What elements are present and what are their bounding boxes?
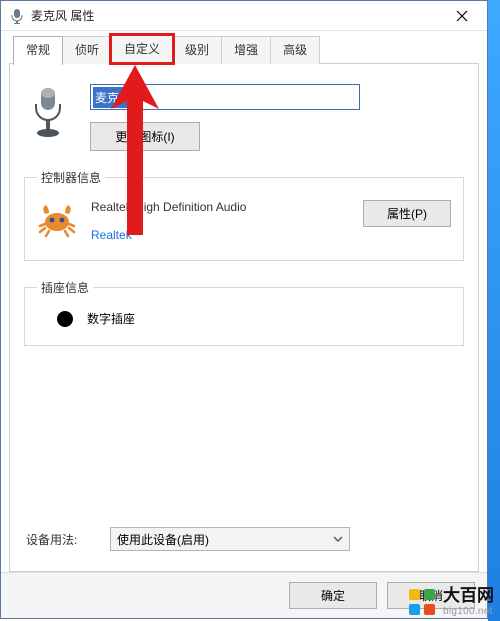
close-button[interactable] [441,2,483,30]
device-usage-selected: 使用此设备(启用) [117,531,209,548]
tab-strip: 常规 侦听 自定义 级别 增强 高级 [13,35,479,63]
controller-name: Realtek High Definition Audio [91,200,349,214]
chevron-down-icon [333,534,343,544]
window-title: 麦克风 属性 [31,7,441,24]
watermark: 大百网 big100.net [407,587,494,617]
watermark-brand: 大百网 [443,587,494,606]
page-right-edge [488,0,500,621]
device-usage-dropdown[interactable]: 使用此设备(启用) [110,527,350,551]
tab-advanced[interactable]: 高级 [270,36,320,64]
jack-color-dot [57,311,73,327]
controller-info-group: 控制器信息 Realtek High Definition [24,169,464,261]
realtek-crab-icon [37,200,77,240]
jack-info-group: 插座信息 数字插座 [24,279,464,346]
tab-listen[interactable]: 侦听 [62,36,112,64]
device-usage-label: 设备用法: [26,531,96,548]
watermark-url: big100.net [443,606,494,617]
tab-levels[interactable]: 级别 [172,36,222,64]
controller-vendor-link[interactable]: Realtek [91,228,349,242]
client-area: 常规 侦听 自定义 级别 增强 高级 [1,31,487,572]
controller-info-legend: 控制器信息 [37,169,105,186]
properties-dialog: 麦克风 属性 常规 侦听 自定义 级别 增强 高级 [0,0,488,619]
close-icon [456,10,468,22]
microphone-icon [9,8,25,24]
tab-general[interactable]: 常规 [13,36,63,65]
jack-info-legend: 插座信息 [37,279,93,296]
titlebar: 麦克风 属性 [1,1,487,31]
tab-enhancements[interactable]: 增强 [221,36,271,64]
tab-custom[interactable]: 自定义 [111,35,173,63]
tab-panel-general: 麦克风 更改图标(I) 控制器信息 [9,63,479,572]
device-name-field-wrap: 麦克风 [90,84,360,110]
controller-properties-button[interactable]: 属性(P) [363,200,451,227]
change-icon-button[interactable]: 更改图标(I) [90,122,200,151]
device-usage-row: 设备用法: 使用此设备(启用) [26,527,464,551]
jack-label: 数字插座 [87,310,135,327]
device-name-selection: 麦克风 [93,87,133,108]
device-large-icon [24,84,72,140]
ok-button[interactable]: 确定 [289,582,377,609]
watermark-logo-icon [407,587,437,617]
